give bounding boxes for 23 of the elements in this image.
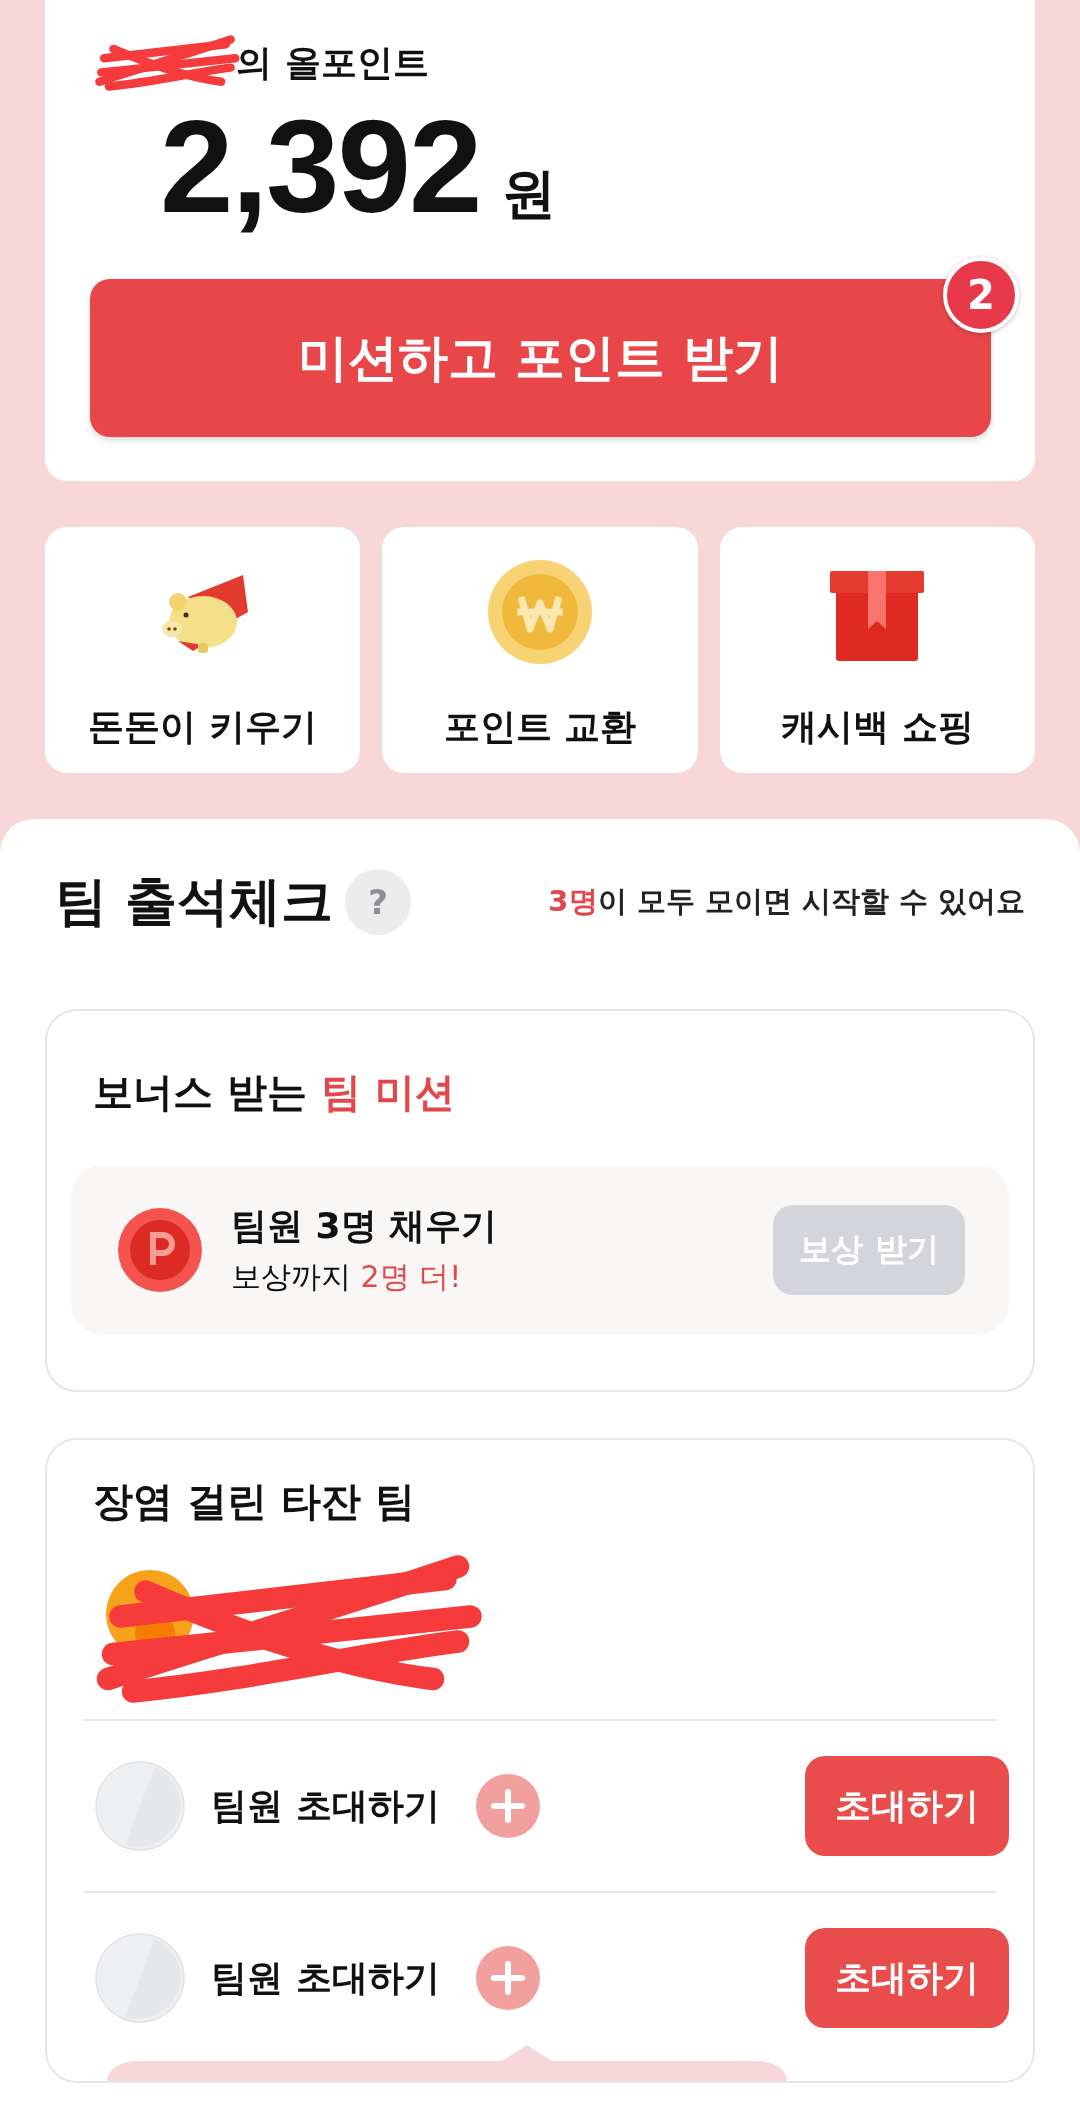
plus-icon[interactable] bbox=[475, 1774, 540, 1839]
shortcut-label: 캐시백 쇼핑 bbox=[781, 705, 974, 750]
mission-subtitle: 보상까지 2명 더! bbox=[231, 1258, 463, 1297]
section-title: 팀 출석체크 bbox=[55, 870, 334, 934]
plus-icon[interactable] bbox=[475, 1946, 540, 2011]
currency-unit: 원 bbox=[502, 161, 557, 227]
shortcut-card[interactable]: 포인트 교환 bbox=[382, 527, 698, 774]
shortcut-card[interactable]: 캐시백 쇼핑 bbox=[719, 527, 1035, 774]
bonus-title: 보너스 받는 팀 미션 bbox=[92, 1068, 456, 1118]
point-icon bbox=[117, 1207, 203, 1294]
invite-label: 팀원 초대하기 bbox=[211, 1955, 440, 2000]
points-title: 의 올포인트 bbox=[236, 40, 429, 85]
invite-button[interactable]: 초대하기 bbox=[805, 1928, 1009, 2029]
notice-text: 3명이 모두 모이면 시작할 수 있어요 bbox=[548, 883, 1025, 921]
help-button[interactable]: ? bbox=[345, 869, 412, 936]
team-name: 장염 걸린 타잔 팀 bbox=[92, 1477, 416, 1527]
points-amount: 2,392 bbox=[160, 94, 481, 240]
mission-title: 팀원 3명 채우기 bbox=[231, 1204, 498, 1249]
shortcut-label: 포인트 교환 bbox=[443, 705, 637, 750]
shortcut-label: 돈돈이 키우기 bbox=[88, 705, 317, 750]
invite-button[interactable]: 초대하기 bbox=[805, 1756, 1009, 1857]
invite-label: 팀원 초대하기 bbox=[211, 1783, 440, 1828]
shortcut-card[interactable]: 돈돈이 키우기 bbox=[45, 527, 361, 774]
